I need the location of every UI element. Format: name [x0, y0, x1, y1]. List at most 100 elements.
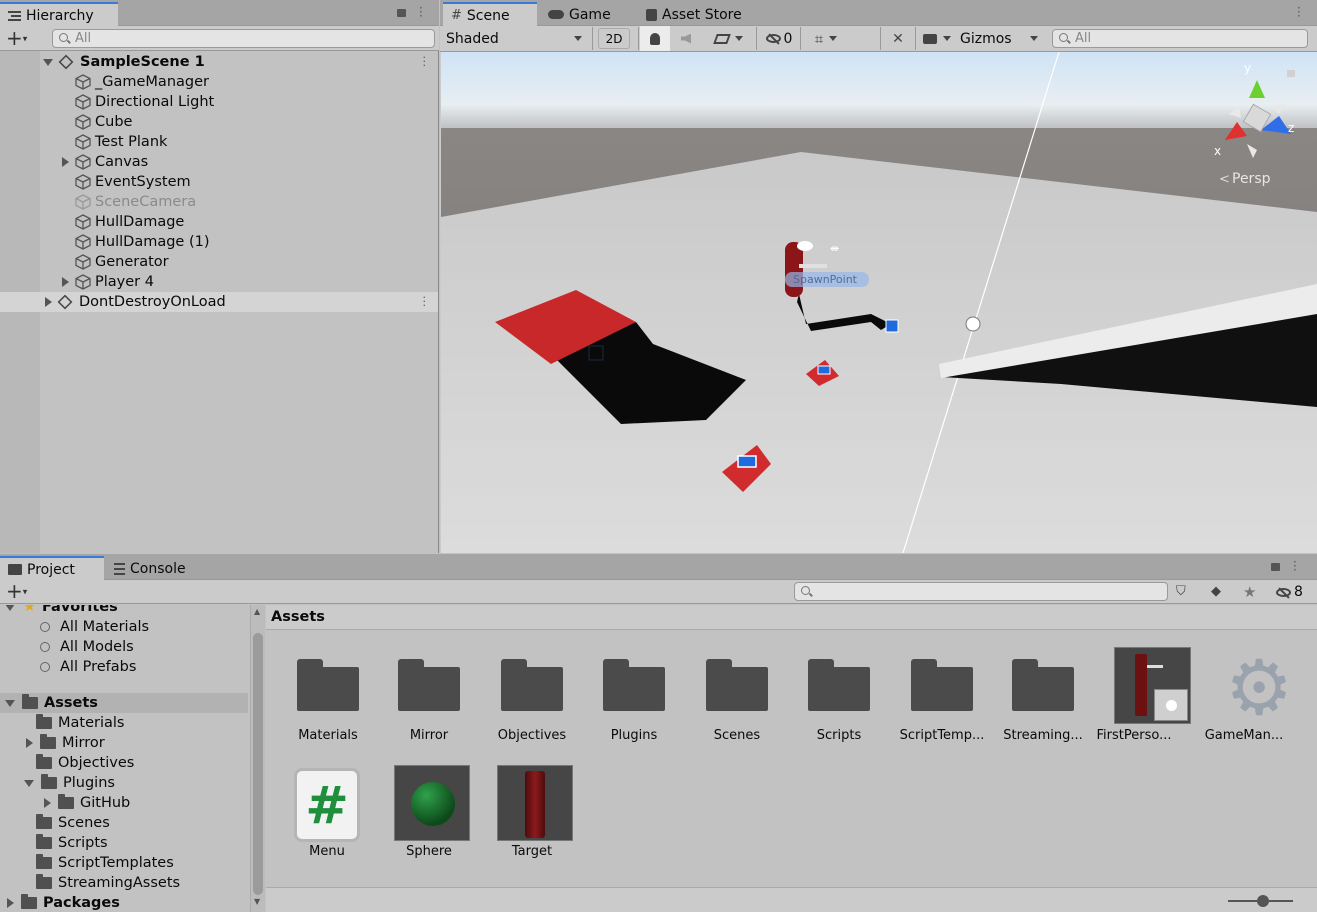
- asset-tile[interactable]: Streaming...: [993, 649, 1093, 759]
- tools-button[interactable]: ✕: [884, 26, 912, 51]
- toggle-2d-button[interactable]: 2D: [598, 28, 630, 49]
- lighting-toggle-button[interactable]: [640, 26, 670, 51]
- tree-scroll-thumb[interactable]: [253, 633, 263, 895]
- gizmos-button[interactable]: Gizmos: [958, 26, 1024, 51]
- shading-mode-dropdown[interactable]: Shaded: [446, 26, 586, 51]
- project-tree-item[interactable]: Scripts: [0, 833, 248, 853]
- expand-arrow-icon[interactable]: [7, 898, 14, 908]
- favorites-item[interactable]: All Materials: [0, 617, 248, 637]
- zoom-slider-thumb[interactable]: [1257, 895, 1269, 907]
- grid-snap-icon: ⌗: [814, 29, 824, 48]
- expand-arrow-icon[interactable]: [5, 605, 15, 611]
- tab-project[interactable]: Project: [0, 556, 104, 581]
- favorites-item[interactable]: All Prefabs: [0, 657, 248, 677]
- hierarchy-item[interactable]: Player 4: [0, 272, 438, 292]
- project-tree-item[interactable]: Materials: [0, 713, 248, 733]
- hierarchy-item[interactable]: Test Plank: [0, 132, 438, 152]
- gizmos-dropdown[interactable]: [1024, 26, 1042, 51]
- scene-search-input[interactable]: All: [1052, 29, 1308, 48]
- hierarchy-item[interactable]: _GameManager: [0, 72, 438, 92]
- favorites-star-button[interactable]: ★: [1243, 583, 1259, 601]
- project-tree-item[interactable]: Scenes: [0, 813, 248, 833]
- panel-kebab-icon[interactable]: · · ·: [1297, 2, 1301, 22]
- project-tree-item[interactable]: ScriptTemplates: [0, 853, 248, 873]
- project-tree-label: Plugins: [63, 775, 115, 791]
- audio-toggle-button[interactable]: [672, 26, 700, 51]
- projection-label[interactable]: Persp: [1232, 171, 1271, 187]
- asset-tile[interactable]: ⚙ GameMan...: [1194, 649, 1294, 759]
- asset-tile[interactable]: ScriptTemp...: [892, 649, 992, 759]
- asset-tile[interactable]: # Menu: [277, 765, 377, 875]
- asset-tile[interactable]: Target: [482, 765, 582, 875]
- asset-tile[interactable]: Materials: [278, 649, 378, 759]
- tab-asset-store[interactable]: Asset Store: [638, 2, 768, 27]
- project-tree-item[interactable]: Objectives: [0, 753, 248, 773]
- project-kebab-icon[interactable]: · · ·: [1293, 556, 1297, 576]
- scene-search-placeholder: All: [1075, 31, 1092, 46]
- project-tree-item[interactable]: StreamingAssets: [0, 873, 248, 893]
- project-tree-item[interactable]: Plugins: [0, 773, 248, 793]
- favorites-item[interactable]: All Models: [0, 637, 248, 657]
- asset-tile[interactable]: Mirror: [379, 649, 479, 759]
- tab-console[interactable]: Console: [106, 556, 206, 581]
- tab-game[interactable]: Game: [540, 2, 635, 27]
- project-tree-item[interactable]: GitHub: [0, 793, 248, 813]
- hierarchy-item[interactable]: HullDamage: [0, 212, 438, 232]
- expand-arrow-icon[interactable]: [62, 277, 69, 287]
- project-search-input[interactable]: [794, 582, 1168, 601]
- project-create-button[interactable]: +▾: [6, 581, 27, 603]
- expand-arrow-icon[interactable]: [43, 58, 53, 66]
- hierarchy-item[interactable]: Directional Light: [0, 92, 438, 112]
- material-sphere-icon: [394, 765, 470, 841]
- hierarchy-search-input[interactable]: All: [52, 29, 435, 48]
- scene-kebab-icon[interactable]: · · ·: [423, 52, 427, 71]
- projection-icon[interactable]: <: [1219, 172, 1230, 187]
- player-capsule: [785, 242, 803, 297]
- expand-arrow-icon[interactable]: [5, 699, 15, 707]
- create-button[interactable]: +▾: [6, 28, 27, 50]
- project-tree-item[interactable]: Assets: [0, 693, 248, 713]
- expand-arrow-icon[interactable]: [45, 297, 52, 307]
- project-tree-label: GitHub: [80, 795, 131, 811]
- hierarchy-item[interactable]: Generator: [0, 252, 438, 272]
- effects-dropdown[interactable]: [706, 26, 752, 51]
- scene-row[interactable]: SampleScene 1 · · ·: [0, 52, 438, 72]
- gizmo-lock-icon[interactable]: [1287, 70, 1295, 77]
- expand-arrow-icon[interactable]: [24, 779, 34, 787]
- asset-tile[interactable]: Plugins: [584, 649, 684, 759]
- hidden-packages-toggle[interactable]: 8: [1276, 583, 1303, 601]
- ddol-kebab-icon[interactable]: · · ·: [423, 292, 427, 311]
- project-tree-item[interactable]: Mirror: [0, 733, 248, 753]
- tree-scrollbar[interactable]: ▲ ▼: [250, 605, 265, 912]
- asset-tile[interactable]: Scenes: [687, 649, 787, 759]
- kebab-menu-icon[interactable]: · · ·: [419, 2, 423, 22]
- ddol-row[interactable]: DontDestroyOnLoad · · ·: [0, 292, 438, 312]
- asset-tile[interactable]: Scripts: [789, 649, 889, 759]
- scene-viewport[interactable]: ⇼ SpawnPoint y z x < Persp: [441, 52, 1317, 553]
- hierarchy-item-label: Directional Light: [95, 94, 215, 110]
- grid-snap-dropdown[interactable]: ⌗: [804, 26, 848, 51]
- asset-tile[interactable]: Objectives: [482, 649, 582, 759]
- project-tree-item[interactable]: Packages: [0, 893, 248, 912]
- star-icon: ★: [23, 605, 36, 615]
- camera-dropdown[interactable]: [918, 26, 956, 51]
- asset-tile[interactable]: Sphere: [379, 765, 479, 875]
- asset-tile[interactable]: FirstPerso...: [1084, 647, 1191, 759]
- hierarchy-item[interactable]: Canvas: [0, 152, 438, 172]
- lock-icon[interactable]: [397, 9, 406, 17]
- hierarchy-item[interactable]: EventSystem: [0, 172, 438, 192]
- breadcrumb-assets[interactable]: Assets: [271, 609, 325, 625]
- favorites-row[interactable]: ★ Favorites: [0, 605, 248, 617]
- tab-hierarchy[interactable]: Hierarchy: [0, 2, 118, 27]
- search-by-type-button[interactable]: ⛉: [1176, 584, 1194, 600]
- hierarchy-item[interactable]: Cube: [0, 112, 438, 132]
- hidden-objects-toggle[interactable]: 0: [760, 26, 798, 51]
- search-by-label-button[interactable]: ◆: [1211, 584, 1227, 600]
- expand-arrow-icon[interactable]: [62, 157, 69, 167]
- hierarchy-item[interactable]: SceneCamera: [0, 192, 438, 212]
- project-lock-icon[interactable]: [1271, 563, 1280, 571]
- expand-arrow-icon[interactable]: [44, 798, 51, 808]
- tab-scene[interactable]: # Scene: [443, 2, 537, 27]
- hierarchy-item[interactable]: HullDamage (1): [0, 232, 438, 252]
- expand-arrow-icon[interactable]: [26, 738, 33, 748]
